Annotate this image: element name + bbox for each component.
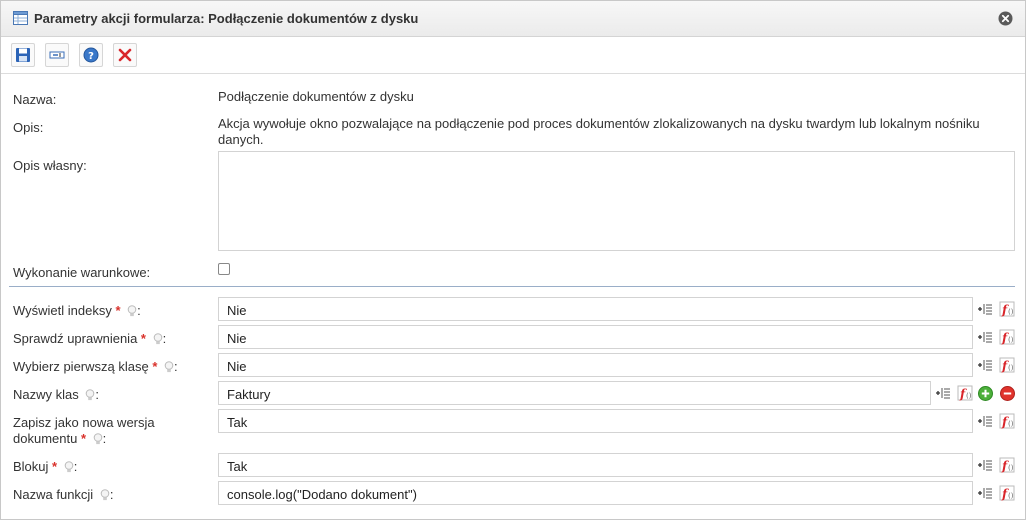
save-button[interactable] (11, 43, 35, 67)
dialog-titlebar: Parametry akcji formularza: Podłączenie … (1, 1, 1025, 37)
svg-text:?: ? (88, 51, 94, 62)
function-icon[interactable]: f() (957, 385, 973, 401)
hint-bulb-icon[interactable] (64, 461, 74, 473)
hint-bulb-icon[interactable] (127, 305, 137, 317)
param-label-text: Sprawdź uprawnienia (13, 331, 138, 346)
list-select-icon[interactable] (977, 329, 993, 345)
function-icon[interactable]: f() (999, 457, 1015, 473)
param-label-text-line2: dokumentu (13, 431, 78, 446)
help-button[interactable]: ? (79, 43, 103, 67)
required-mark: * (80, 431, 87, 446)
description-label: Opis: (13, 120, 44, 135)
name-label: Nazwa: (13, 92, 57, 107)
svg-text:(): () (1008, 336, 1014, 344)
form-action-dialog: Parametry akcji formularza: Podłączenie … (0, 0, 1026, 520)
param-field-function-name[interactable]: console.log("Dodano dokument") (218, 481, 973, 505)
param-label-text: Blokuj (13, 459, 49, 474)
colon: : (109, 487, 114, 502)
param-label-class-names: Nazwy klas : (13, 387, 99, 402)
help-icon: ? (83, 47, 99, 63)
svg-text:(): () (1008, 464, 1014, 472)
list-select-icon[interactable] (977, 457, 993, 473)
field-button[interactable] (45, 43, 69, 67)
param-field-class-names[interactable]: Faktury (218, 381, 931, 405)
close-icon[interactable] (998, 11, 1013, 26)
cancel-button[interactable] (113, 43, 137, 67)
param-label-check-permissions: Sprawdź uprawnienia * : (13, 331, 166, 346)
hint-bulb-icon[interactable] (85, 389, 95, 401)
field-icon (49, 51, 65, 59)
colon: : (95, 387, 99, 402)
param-label-save-as-new-version: Zapisz jako nowa wersja dokumentu * : (13, 415, 155, 447)
remove-icon[interactable] (1000, 386, 1015, 401)
conditional-execution-checkbox[interactable] (218, 263, 230, 275)
description-value: Akcja wywołuje okno pozwalające na podłą… (218, 116, 980, 147)
function-icon[interactable]: f() (999, 357, 1015, 373)
param-field-save-as-new-version[interactable]: Tak (218, 409, 973, 433)
save-icon (16, 48, 30, 62)
param-label-select-first-class: Wybierz pierwszą klasę * : (13, 359, 178, 374)
colon: : (174, 359, 178, 374)
hint-bulb-icon[interactable] (153, 333, 163, 345)
param-field-select-first-class[interactable]: Nie (218, 353, 973, 377)
function-icon[interactable]: f() (999, 301, 1015, 317)
list-select-icon[interactable] (977, 413, 993, 429)
toolbar: ? (1, 38, 1025, 74)
param-label-lock: Blokuj * : (13, 459, 77, 474)
hint-bulb-icon[interactable] (164, 361, 174, 373)
colon: : (102, 431, 107, 446)
add-icon[interactable] (978, 386, 993, 401)
param-label-text: Wyświetl indeksy (13, 303, 112, 318)
dialog-title: Parametry akcji formularza: Podłączenie … (34, 11, 419, 26)
svg-text:(): () (1008, 364, 1014, 372)
section-divider (9, 286, 1015, 287)
param-label-text: Wybierz pierwszą klasę (13, 359, 149, 374)
table-icon (13, 11, 28, 25)
name-value: Podłączenie dokumentów z dysku (218, 89, 414, 104)
list-select-icon[interactable] (977, 485, 993, 501)
list-select-icon[interactable] (977, 357, 993, 373)
svg-text:(): () (1008, 308, 1014, 316)
svg-text:(): () (1008, 420, 1014, 428)
colon: : (137, 303, 141, 318)
param-field-check-permissions[interactable]: Nie (218, 325, 973, 349)
param-label-text: Nazwa funkcji (13, 487, 94, 502)
svg-text:(): () (966, 392, 972, 400)
required-mark: * (115, 303, 121, 318)
own-description-label: Opis własny: (13, 158, 87, 173)
function-icon[interactable]: f() (999, 413, 1015, 429)
hint-bulb-icon[interactable] (100, 489, 110, 501)
colon: : (162, 331, 167, 346)
list-select-icon[interactable] (935, 385, 951, 401)
colon: : (73, 459, 78, 474)
own-description-textarea[interactable] (218, 151, 1015, 251)
function-icon[interactable]: f() (999, 485, 1015, 501)
required-mark: * (152, 359, 158, 374)
required-mark: * (52, 459, 58, 474)
param-label-function-name: Nazwa funkcji : (13, 487, 113, 502)
cancel-icon (118, 48, 132, 62)
param-label-text: Nazwy klas (13, 387, 79, 402)
hint-bulb-icon[interactable] (93, 433, 103, 445)
required-mark: * (140, 331, 146, 346)
function-icon[interactable]: f() (999, 329, 1015, 345)
conditional-execution-label: Wykonanie warunkowe: (13, 265, 151, 280)
param-label-show-indexes: Wyświetl indeksy * : (13, 303, 141, 318)
svg-text:(): () (1008, 492, 1014, 500)
param-field-show-indexes[interactable]: Nie (218, 297, 973, 321)
param-field-lock[interactable]: Tak (218, 453, 973, 477)
param-label-text-line1: Zapisz jako nowa wersja (13, 415, 155, 430)
list-select-icon[interactable] (977, 301, 993, 317)
